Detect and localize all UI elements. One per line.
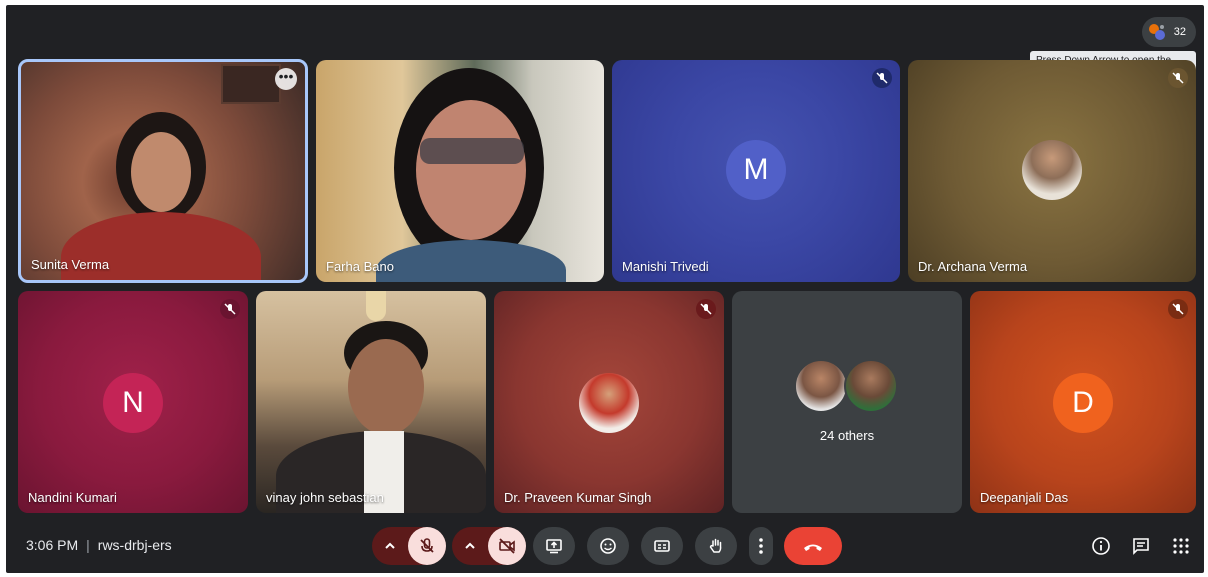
separator: | (86, 537, 90, 553)
chandelier (366, 291, 386, 321)
participant-name: Nandini Kumari (28, 490, 117, 505)
chat-button[interactable] (1130, 535, 1152, 557)
participant-name: Deepanjali Das (980, 490, 1069, 505)
captions-icon (654, 540, 670, 552)
video-person-face (131, 132, 191, 212)
avatar: M (726, 140, 786, 200)
meeting-details-button[interactable] (1090, 535, 1112, 557)
avatar: N (103, 373, 163, 433)
microphone-off-button[interactable] (408, 527, 446, 565)
participant-name: Sunita Verma (31, 257, 110, 272)
video-options-chevron-icon[interactable] (462, 538, 478, 554)
participant-tile-sunita-verma[interactable]: ••• Sunita Verma (18, 59, 308, 283)
meet-window: 32 Press Down Arrow to open the hover tr… (6, 5, 1204, 573)
camera-control-group (452, 527, 526, 565)
video-person-face (416, 100, 526, 240)
participant-tile-nandini-kumari[interactable]: N Nandini Kumari (18, 291, 248, 513)
glasses (420, 138, 524, 164)
more-options-icon[interactable]: ••• (275, 68, 297, 90)
activities-button[interactable] (1170, 535, 1192, 557)
participant-name: Manishi Trivedi (622, 259, 709, 274)
participant-tile-manishi-trivedi[interactable]: M Manishi Trivedi (612, 60, 900, 282)
wall-frame (221, 64, 281, 104)
participant-tile-deepanjali-das[interactable]: D Deepanjali Das (970, 291, 1196, 513)
apps-grid-icon (1173, 538, 1189, 554)
mic-off-icon (872, 68, 892, 88)
more-options-button[interactable] (749, 527, 773, 565)
participant-name: vinay john sebastian (266, 490, 384, 505)
reactions-button[interactable] (587, 527, 629, 565)
camera-off-icon (499, 538, 515, 554)
others-count-label: 24 others (819, 428, 875, 443)
mic-control-group (372, 527, 446, 565)
raise-hand-button[interactable] (695, 527, 737, 565)
emoji-icon (600, 538, 616, 554)
info-icon (1092, 537, 1110, 555)
more-vert-icon (759, 538, 763, 554)
leave-call-button[interactable] (784, 527, 842, 565)
avatar-photo (579, 373, 639, 433)
participants-count: 32 (1173, 26, 1186, 38)
participant-name: Dr. Praveen Kumar Singh (504, 490, 652, 505)
video-person-face (348, 339, 424, 435)
meeting-info: 3:06 PM | rws-drbj-ers (26, 537, 172, 553)
participant-avatars-icon (1148, 23, 1166, 41)
avatar-photo (1022, 140, 1082, 200)
present-screen-button[interactable] (533, 527, 575, 565)
participant-tile-vinay-john-sebastian[interactable]: vinay john sebastian (256, 291, 486, 513)
meeting-time: 3:06 PM (26, 537, 79, 553)
video-person-body (61, 212, 261, 280)
avatar-initial: N (122, 386, 144, 419)
raise-hand-icon (709, 538, 722, 553)
present-screen-icon (546, 539, 562, 554)
avatar-photo (794, 359, 848, 413)
captions-button[interactable] (641, 527, 683, 565)
chat-icon (1133, 538, 1149, 555)
avatar-photo (844, 359, 898, 413)
mic-off-icon (220, 299, 240, 319)
participant-tile-dr-archana-verma[interactable]: Dr. Archana Verma (908, 60, 1196, 282)
camera-off-button[interactable] (488, 527, 526, 565)
mic-off-icon (1168, 68, 1188, 88)
participant-tile-farha-bano[interactable]: Farha Bano (316, 60, 604, 282)
others-tile[interactable]: 24 others (732, 291, 962, 513)
avatar: D (1053, 373, 1113, 433)
call-end-icon (804, 544, 822, 551)
participant-name: Dr. Archana Verma (918, 259, 1028, 274)
participant-tile-dr-praveen-kumar-singh[interactable]: Dr. Praveen Kumar Singh (494, 291, 724, 513)
participants-chip[interactable]: 32 (1142, 17, 1196, 47)
meeting-code: rws-drbj-ers (97, 537, 172, 553)
avatar-initial: M (743, 153, 769, 186)
video-person-body (376, 240, 566, 282)
avatar-initial: D (1072, 386, 1094, 419)
audio-options-chevron-icon[interactable] (382, 538, 398, 554)
mic-off-icon (696, 299, 716, 319)
participant-name: Farha Bano (326, 259, 394, 274)
mic-off-icon (420, 538, 434, 553)
mic-off-icon (1168, 299, 1188, 319)
